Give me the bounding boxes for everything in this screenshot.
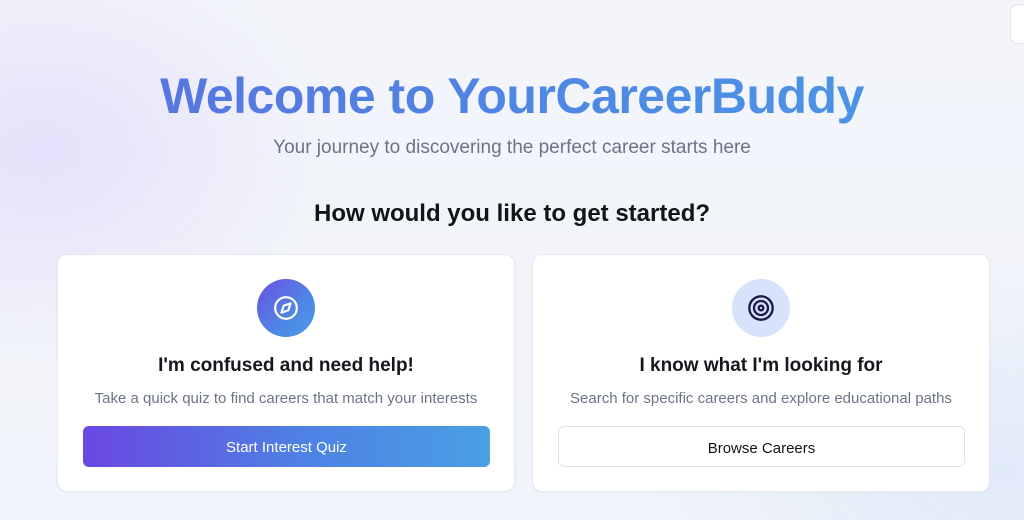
page-subtitle: Your journey to discovering the perfect … xyxy=(273,137,751,158)
start-interest-quiz-button[interactable]: Start Interest Quiz xyxy=(83,426,490,467)
get-started-heading: How would you like to get started? xyxy=(313,200,711,227)
target-icon xyxy=(732,279,790,337)
compass-icon xyxy=(257,279,315,337)
corner-panel-tab[interactable] xyxy=(1010,4,1024,44)
option-card-quiz: I'm confused and need help! Take a quick… xyxy=(57,254,515,492)
browse-careers-button[interactable]: Browse Careers xyxy=(558,426,965,467)
option-title: I'm confused and need help! xyxy=(158,355,414,376)
option-description: Take a quick quiz to find careers that m… xyxy=(94,390,478,407)
option-card-browse: I know what I'm looking for Search for s… xyxy=(532,254,990,492)
option-description: Search for specific careers and explore … xyxy=(570,390,952,407)
page-title: Welcome to YourCareerBuddy xyxy=(0,64,1024,128)
option-title: I know what I'm looking for xyxy=(639,355,883,376)
